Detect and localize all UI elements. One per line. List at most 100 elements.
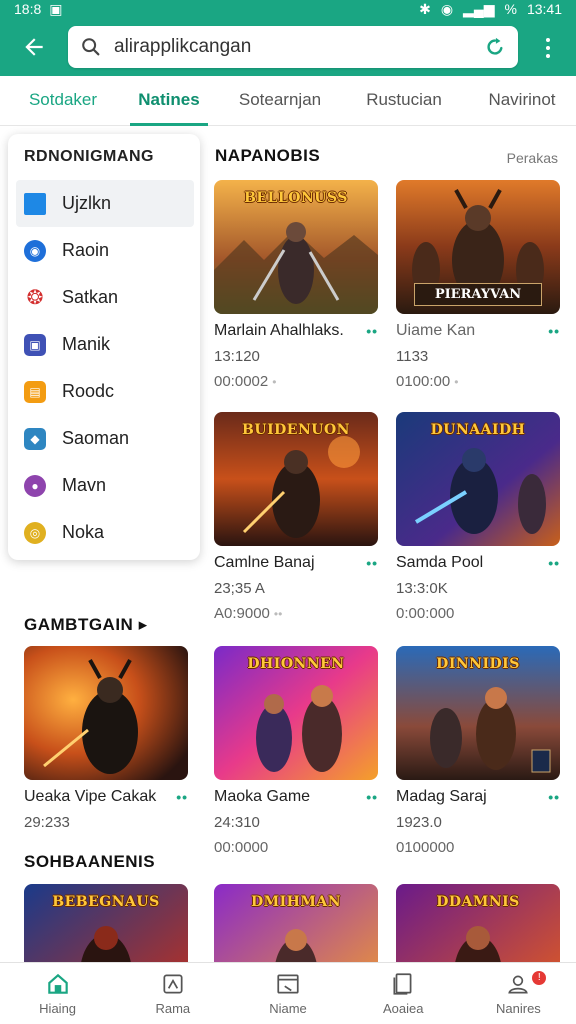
search-input[interactable]: alirapplikcangan xyxy=(114,36,484,58)
nav-item-apps[interactable]: Rama xyxy=(115,963,230,1024)
nav-label: Aoaiea xyxy=(382,1001,424,1016)
refresh-icon[interactable] xyxy=(484,36,506,58)
tab-0[interactable]: Sotdaker xyxy=(8,76,118,126)
app-thumbnail: BEBEGNAUS xyxy=(24,884,188,962)
category-dropdown-menu: RDNONIGMANG Ujzlkn ◉ Raoin ❂ Satkan ▣ Ma… xyxy=(8,134,200,560)
back-button[interactable] xyxy=(10,23,58,71)
dropdown-item-label: Satkan xyxy=(62,287,119,307)
app-title: Samda Pool xyxy=(396,554,484,571)
app-card[interactable]: Ueaka Vipe Cakak •• 29:233 xyxy=(24,646,188,831)
app-card[interactable]: BELLONUSS Marlain Ahalhlaks. •• 13:120 00… xyxy=(214,180,378,390)
app-card[interactable]: DINNIDIS Madag Saraj •• 1923.0 0100000 xyxy=(396,646,560,856)
app-meta: 13:120 xyxy=(214,348,260,365)
app-meta-secondary: 0:00:000 xyxy=(396,605,455,622)
app-title: Ueaka Vipe Cakak xyxy=(24,788,157,805)
app-meta: 24:310 xyxy=(214,814,260,831)
dropdown-item-label: Mavn xyxy=(62,475,107,495)
more-dots-icon[interactable]: •• xyxy=(548,555,560,571)
app-thumbnail: BELLONUSS xyxy=(214,180,378,314)
search-icon xyxy=(82,38,100,56)
game-logo: DDAMNIS xyxy=(436,894,520,910)
bluetooth-icon: ✱ xyxy=(419,0,431,17)
more-dots-icon[interactable]: •• xyxy=(548,323,560,339)
app-card[interactable]: DHIONNEN Maoka Game •• 24:310 00:0000 xyxy=(214,646,378,856)
dropdown-item[interactable]: ❂ Satkan xyxy=(8,274,200,321)
app-meta: 29:233 xyxy=(24,814,70,831)
app-card[interactable]: BEBEGNAUS xyxy=(24,884,188,962)
more-dots-icon[interactable]: •• xyxy=(366,555,378,571)
more-dots-icon[interactable]: •• xyxy=(366,323,378,339)
nav-label: Niame xyxy=(269,1001,307,1016)
home-icon xyxy=(47,973,68,994)
tab-3[interactable]: Rustucian xyxy=(350,76,458,126)
game-logo: DUNAAIDH xyxy=(430,422,526,438)
section-title-2: GAMBTGAIN ▸ xyxy=(24,615,148,634)
app-title: Madag Saraj xyxy=(396,788,487,805)
app-icon: ◆ xyxy=(24,427,46,450)
more-dots-icon[interactable]: •• xyxy=(548,789,560,805)
dropdown-item[interactable]: ● Mavn xyxy=(8,462,200,509)
app-bar: alirapplikcangan xyxy=(0,18,576,76)
app-thumbnail xyxy=(24,646,188,780)
search-bar[interactable]: alirapplikcangan xyxy=(68,26,518,68)
tab-4[interactable]: Navirinot xyxy=(474,76,570,126)
dropdown-item-label: Ujzlkn xyxy=(62,193,112,213)
app-thumbnail: PIERAYVAN xyxy=(396,180,560,314)
app-icon: ◎ xyxy=(24,521,46,544)
more-options-button[interactable] xyxy=(538,34,558,62)
tab-1[interactable]: Natines xyxy=(130,76,208,126)
tab-2[interactable]: Sotearnjan xyxy=(224,76,336,126)
see-all-link[interactable]: Perakas xyxy=(507,150,558,166)
nav-item-library[interactable]: Aoaiea xyxy=(346,963,461,1024)
dropdown-item[interactable]: ▣ Manik xyxy=(8,321,200,368)
bottom-navigation: Hiaing Rama Niame Aoaiea ! Nanires xyxy=(0,962,576,1024)
chevron-right-icon[interactable]: ▸ xyxy=(139,615,148,634)
apps-icon xyxy=(163,974,183,994)
app-thumbnail: DDAMNIS xyxy=(396,884,560,962)
status-bar: 18:8 ▣ ✱ ◉ ▂▄▆ % 13:41 xyxy=(0,0,576,18)
more-dots-icon[interactable]: •• xyxy=(366,789,378,805)
app-icon: ● xyxy=(24,474,46,497)
more-dots-icon[interactable]: •• xyxy=(176,789,188,805)
dropdown-item[interactable]: ◉ Raoin xyxy=(8,227,200,274)
app-card[interactable]: DDAMNIS xyxy=(396,884,560,962)
dropdown-item[interactable]: ◆ Saoman xyxy=(8,415,200,462)
app-icon: ❂ xyxy=(26,287,44,309)
app-icon: ◉ xyxy=(24,239,46,262)
app-card[interactable]: BUIDENUON Camlne Banaj •• 23;35 A A0:9000… xyxy=(214,412,378,622)
nav-item-profile[interactable]: ! Nanires xyxy=(461,963,576,1024)
app-thumbnail: DUNAAIDH xyxy=(396,412,560,546)
flag-icon xyxy=(24,192,46,215)
nav-label: Hiaing xyxy=(39,1001,77,1016)
section-title-1: NAPANOBIS xyxy=(215,146,321,165)
nav-item-games[interactable]: Niame xyxy=(230,963,345,1024)
nav-label: Nanires xyxy=(496,1001,541,1016)
app-card[interactable]: DUNAAIDH Samda Pool •• 13:3:0K 0:00:000 xyxy=(396,412,560,622)
app-thumbnail: DMIHMAN xyxy=(214,884,378,962)
profile-icon xyxy=(508,975,529,994)
app-icon: ▣ xyxy=(24,333,46,356)
app-card[interactable]: PIERAYVAN Uiame Kan •• 1133 0100:00 • xyxy=(396,180,560,390)
app-thumbnail: DHIONNEN xyxy=(214,646,378,780)
app-card[interactable]: DMIHMAN xyxy=(214,884,378,962)
game-logo: DINNIDIS xyxy=(436,656,520,672)
image-notification-icon: ▣ xyxy=(49,0,63,17)
dropdown-item[interactable]: ◎ Noka xyxy=(8,509,200,556)
dropdown-item-label: Noka xyxy=(62,522,105,542)
games-icon xyxy=(277,974,299,994)
app-meta-secondary: 00:0000 xyxy=(214,839,269,856)
dropdown-item[interactable]: Ujzlkn xyxy=(16,180,194,227)
nav-label: Rama xyxy=(155,1001,191,1016)
dropdown-item[interactable]: ▤ Roodc xyxy=(8,368,200,415)
app-meta: 13:3:0K xyxy=(396,580,448,597)
battery-percent: % xyxy=(504,1,517,17)
nav-item-home[interactable]: Hiaing xyxy=(0,963,115,1024)
library-icon xyxy=(393,973,412,995)
game-logo: BUIDENUON xyxy=(242,422,350,438)
dropdown-item-label: Roodc xyxy=(62,381,115,401)
wifi-icon: ◉ xyxy=(440,0,454,17)
game-logo: BEBEGNAUS xyxy=(52,894,160,910)
app-title: Marlain Ahalhlaks. xyxy=(214,322,344,339)
notification-badge: ! xyxy=(532,971,547,985)
app-meta: 1923.0 xyxy=(396,814,442,831)
